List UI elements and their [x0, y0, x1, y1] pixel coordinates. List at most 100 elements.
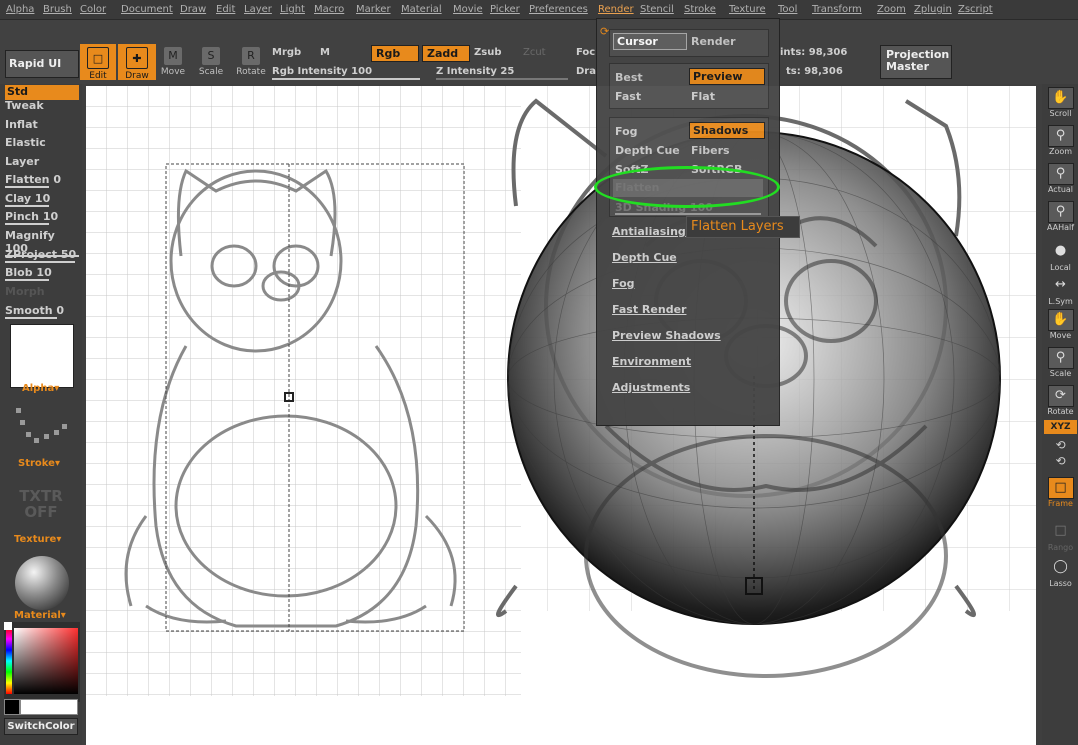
brush-blob-slider[interactable] [5, 279, 49, 281]
menu-document[interactable]: Document [121, 4, 173, 15]
menu-texture[interactable]: Texture [729, 4, 766, 15]
move-view-button[interactable]: ✋ Move [1044, 308, 1077, 342]
depth-cue-submenu[interactable]: Depth Cue [612, 251, 677, 264]
menu-marker[interactable]: Marker [356, 4, 391, 15]
fog-submenu[interactable]: Fog [612, 277, 635, 290]
zadd-button[interactable]: Zadd [422, 45, 470, 62]
move-button[interactable]: M Move [158, 47, 188, 77]
texture-menu[interactable]: Texture▾ [14, 534, 61, 545]
menu-zscript[interactable]: Zscript [958, 4, 993, 15]
brush-layer[interactable]: Layer [5, 155, 79, 168]
environment-submenu[interactable]: Environment [612, 355, 691, 368]
material-menu[interactable]: Material▾ [14, 610, 66, 621]
flat-button[interactable]: Flat [691, 90, 715, 103]
rotate-view-button[interactable]: ⟳ Rotate [1044, 384, 1077, 418]
lsym-button[interactable]: ↔ L.Sym [1044, 274, 1077, 308]
brush-tweak[interactable]: Tweak [5, 99, 79, 112]
local-button[interactable]: ● Local [1044, 240, 1077, 274]
saturation-square[interactable] [14, 628, 78, 694]
xyz-toggle[interactable]: XYZ [1044, 420, 1077, 434]
fog-toggle[interactable]: Fog [615, 125, 638, 138]
preview-shadows-submenu[interactable]: Preview Shadows [612, 329, 721, 342]
menu-brush[interactable]: Brush [43, 4, 72, 15]
zsub-button[interactable]: Zsub [474, 47, 501, 58]
menu-tool[interactable]: Tool [778, 4, 797, 15]
brush-std[interactable]: Std [5, 85, 79, 100]
menu-transform[interactable]: Transform [812, 4, 862, 15]
scale-button[interactable]: S Scale [196, 47, 226, 77]
preview-button[interactable]: Preview [689, 68, 765, 85]
projection-master-button[interactable]: Projection Master [880, 45, 952, 79]
mrgb-button[interactable]: Mrgb [272, 47, 301, 58]
menu-alpha[interactable]: Alpha [6, 4, 34, 15]
edit-button[interactable]: □ Edit [80, 44, 116, 81]
depth-cue-toggle[interactable]: Depth Cue [615, 144, 680, 157]
menu-edit[interactable]: Edit [216, 4, 235, 15]
texture-off-preview[interactable]: TXTR OFF [16, 488, 66, 520]
brush-flatten-slider[interactable] [5, 186, 49, 188]
z-intensity-slider[interactable]: Z Intensity 25 [436, 66, 514, 77]
secondary-color-swatch[interactable] [4, 699, 20, 715]
brush-flatten[interactable]: Flatten 0 [5, 173, 79, 188]
lasso-button[interactable]: ◯ Lasso [1044, 556, 1077, 590]
hue-strip[interactable] [6, 628, 12, 694]
actual-button[interactable]: ⚲ Actual [1044, 162, 1077, 196]
menu-material[interactable]: Material [401, 4, 442, 15]
brush-zproject[interactable]: ZProject 50 [5, 248, 79, 263]
draw-button[interactable]: ✚ Draw [118, 44, 156, 81]
menu-movie[interactable]: Movie [453, 4, 483, 15]
brush-pinch-slider[interactable] [5, 223, 49, 225]
primary-color-swatch[interactable] [20, 699, 78, 715]
menu-draw[interactable]: Draw [180, 4, 206, 15]
stroke-preview[interactable] [12, 404, 72, 450]
brush-morph[interactable]: Morph [5, 285, 79, 298]
brush-pinch[interactable]: Pinch 10 [5, 210, 79, 225]
render-button[interactable]: Render [691, 35, 736, 48]
menu-zplugin[interactable]: Zplugin [914, 4, 952, 15]
menu-picker[interactable]: Picker [490, 4, 520, 15]
color-picker[interactable] [4, 622, 80, 702]
menu-preferences[interactable]: Preferences [529, 4, 588, 15]
menu-layer[interactable]: Layer [244, 4, 272, 15]
frame-button[interactable]: □ Frame [1044, 476, 1077, 510]
brush-clay[interactable]: Clay 10 [5, 192, 79, 207]
alpha-menu[interactable]: Alpha▾ [22, 383, 59, 394]
fibers-toggle[interactable]: Fibers [691, 144, 730, 157]
zoom-button[interactable]: ⚲ Zoom [1044, 124, 1077, 158]
brush-clay-slider[interactable] [5, 205, 49, 207]
menu-stroke[interactable]: Stroke [684, 4, 716, 15]
scale-view-button[interactable]: ⚲ Scale [1044, 346, 1077, 380]
fast-render-submenu[interactable]: Fast Render [612, 303, 686, 316]
material-sphere-preview[interactable] [15, 556, 69, 610]
menu-light[interactable]: Light [280, 4, 305, 15]
menu-stencil[interactable]: Stencil [640, 4, 674, 15]
antialiasing-submenu[interactable]: Antialiasing [612, 225, 686, 238]
menu-color[interactable]: Color [80, 4, 106, 15]
document-canvas[interactable] [86, 86, 1036, 745]
menu-render[interactable]: Render [598, 4, 634, 15]
scroll-button[interactable]: ✋ Scroll [1044, 86, 1077, 120]
cursor-button[interactable]: Cursor [613, 33, 687, 50]
best-button[interactable]: Best [615, 71, 643, 84]
brush-smooth[interactable]: Smooth 0 [5, 304, 79, 319]
color-marker[interactable] [4, 622, 12, 630]
rgb-button[interactable]: Rgb [371, 45, 419, 62]
fast-button[interactable]: Fast [615, 90, 641, 103]
zcut-button[interactable]: Zcut [523, 47, 546, 58]
brush-inflat[interactable]: Inflat [5, 118, 79, 131]
rgb-intensity-track[interactable] [272, 78, 420, 80]
rapid-ui-button[interactable]: Rapid UI [5, 50, 79, 78]
rango-button[interactable]: □ Rango [1044, 520, 1077, 554]
pin-menu-icon[interactable]: ⟳ [600, 25, 609, 38]
rgb-intensity-slider[interactable]: Rgb Intensity 100 [272, 66, 372, 77]
rotate-z-button[interactable]: ⟲ [1044, 454, 1077, 470]
brush-blob[interactable]: Blob 10 [5, 266, 79, 281]
stroke-menu[interactable]: Stroke▾ [18, 458, 60, 469]
menu-macro[interactable]: Macro [314, 4, 344, 15]
adjustments-submenu[interactable]: Adjustments [612, 381, 690, 394]
menu-zoom[interactable]: Zoom [877, 4, 906, 15]
rotate-button[interactable]: R Rotate [234, 47, 268, 77]
z-intensity-track[interactable] [436, 78, 568, 80]
brush-elastic[interactable]: Elastic [5, 136, 79, 149]
rotate-y-button[interactable]: ⟲ [1044, 438, 1077, 454]
